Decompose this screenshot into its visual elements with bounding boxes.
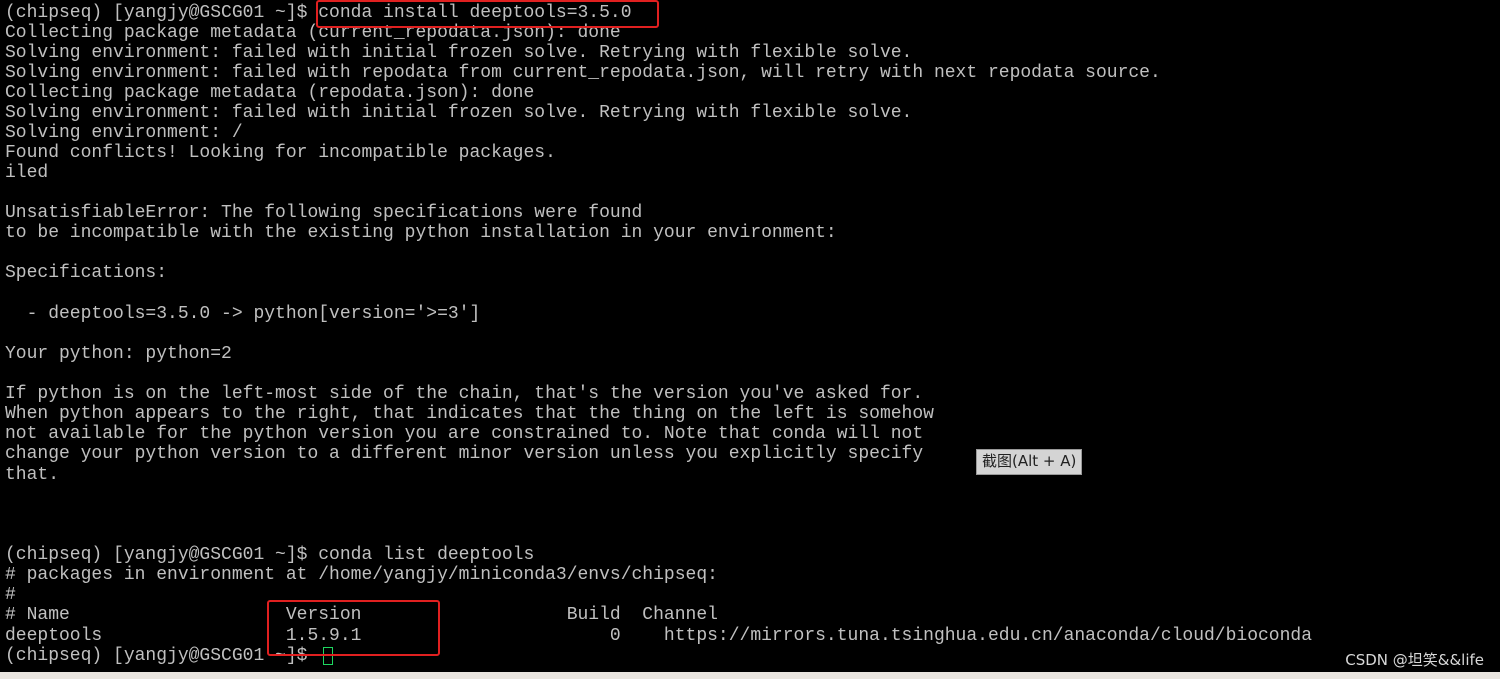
terminal-line: deeptools 1.5.9.1 0 https://mirrors.tuna…	[5, 626, 1313, 646]
terminal-window[interactable]: (chipseq) [yangjy@GSCG01 ~]$ conda insta…	[0, 0, 1500, 672]
terminal-line: If python is on the left-most side of th…	[5, 384, 924, 404]
terminal-line: Solving environment: failed with repodat…	[5, 63, 1161, 83]
terminal-line: UnsatisfiableError: The following specif…	[5, 203, 643, 223]
terminal-line: (chipseq) [yangjy@GSCG01 ~]$ conda list …	[5, 545, 535, 565]
terminal-line: iled	[5, 163, 49, 183]
watermark: CSDN @坦笑&&life	[1345, 651, 1484, 669]
screenshot-tooltip: 截图(Alt + A)	[976, 449, 1083, 475]
terminal-line: that.	[5, 465, 60, 485]
terminal-line: Solving environment: failed with initial…	[5, 43, 913, 63]
terminal-line: #	[5, 585, 16, 605]
terminal-line: change your python version to a differen…	[5, 444, 924, 464]
terminal-line: # packages in environment at /home/yangj…	[5, 565, 718, 585]
terminal-line: Specifications:	[5, 263, 168, 283]
terminal-line: not available for the python version you…	[5, 424, 924, 444]
terminal-line: Solving environment: /	[5, 123, 243, 143]
highlight-install-command	[316, 0, 659, 28]
bottom-edge	[0, 672, 1500, 679]
terminal-line: Your python: python=2	[5, 344, 232, 364]
terminal-line: to be incompatible with the existing pyt…	[5, 223, 837, 243]
terminal-line: - deeptools=3.5.0 -> python[version='>=3…	[5, 304, 481, 324]
terminal-line: Solving environment: failed with initial…	[5, 103, 913, 123]
terminal-line: When python appears to the right, that i…	[5, 404, 934, 424]
terminal-line: Collecting package metadata (repodata.js…	[5, 83, 535, 103]
terminal-line: Found conflicts! Looking for incompatibl…	[5, 143, 556, 163]
highlight-version-column	[267, 600, 440, 656]
